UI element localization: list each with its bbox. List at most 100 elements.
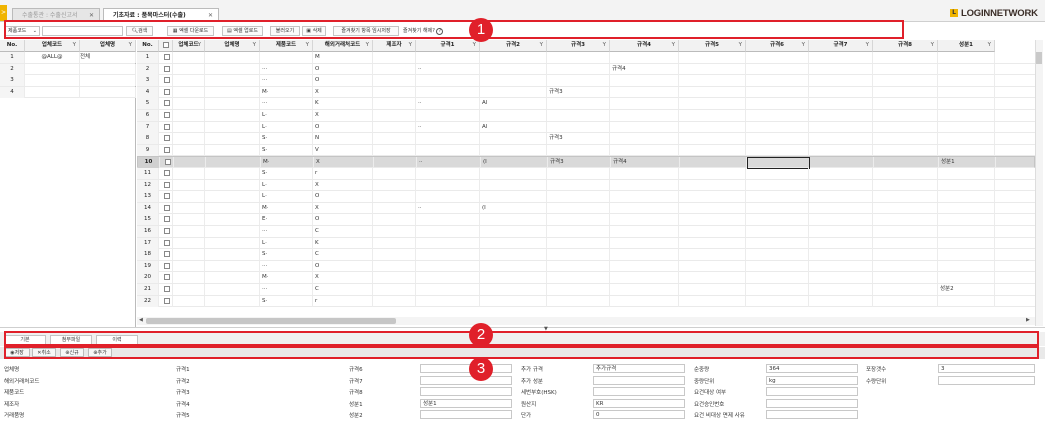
tab-history[interactable]: 이력 <box>96 335 138 345</box>
table-row[interactable]: 13 L· O <box>137 191 1035 203</box>
row-checkbox[interactable] <box>164 112 170 118</box>
filter-icon[interactable]: Y <box>473 40 476 51</box>
row-checkbox[interactable] <box>164 216 170 223</box>
row-checkbox[interactable] <box>164 146 170 153</box>
form-field[interactable] <box>250 410 342 419</box>
row-checkbox[interactable] <box>164 77 170 84</box>
filter-icon[interactable]: Y <box>366 40 369 51</box>
row-checkbox[interactable] <box>164 262 170 269</box>
row-checkbox-cell[interactable] <box>159 191 173 203</box>
row-checkbox-cell[interactable] <box>159 226 173 237</box>
col-header-company-code[interactable]: 업체코드 Y <box>25 40 80 52</box>
col-header-1[interactable] <box>159 40 173 52</box>
table-row[interactable]: 12 L· X <box>137 179 1035 192</box>
row-checkbox-cell[interactable] <box>159 133 173 145</box>
form-field[interactable] <box>593 387 685 396</box>
form-field[interactable] <box>766 410 858 419</box>
filter-icon[interactable]: Y <box>73 40 76 51</box>
col-header-15[interactable]: 성분1 Y <box>938 40 995 52</box>
col-header-10[interactable]: 규격4 Y <box>610 40 679 52</box>
row-checkbox[interactable] <box>164 88 170 95</box>
row-checkbox[interactable] <box>164 123 170 130</box>
filter-icon[interactable]: Y <box>802 40 805 51</box>
form-field[interactable] <box>420 375 512 385</box>
form-field[interactable] <box>420 364 512 373</box>
tab-basic[interactable]: 기본 <box>4 335 46 345</box>
filter-icon[interactable]: Y <box>540 40 543 51</box>
row-checkbox-cell[interactable] <box>159 179 173 191</box>
filter-icon[interactable]: Y <box>409 40 412 51</box>
row-checkbox-cell[interactable] <box>159 237 173 249</box>
row-checkbox-cell[interactable] <box>159 284 173 295</box>
table-row[interactable]: 17 L· K <box>137 237 1035 250</box>
filter-icon[interactable]: Y <box>198 40 201 51</box>
row-checkbox-cell[interactable] <box>159 75 173 87</box>
col-header-9[interactable]: 규격3 Y <box>547 40 610 52</box>
form-field[interactable] <box>766 398 858 408</box>
filter-icon[interactable]: Y <box>931 40 934 51</box>
col-header-2[interactable]: 업체코드 Y <box>173 40 205 52</box>
col-header-7[interactable]: 규격1 Y <box>416 40 480 52</box>
table-row[interactable]: 5 ··· K ·· Al <box>137 98 1035 110</box>
form-field[interactable] <box>250 375 342 385</box>
row-checkbox[interactable] <box>164 286 170 292</box>
table-row[interactable]: 16 ··· C <box>137 226 1035 238</box>
col-header-12[interactable]: 규격6 Y <box>746 40 809 52</box>
col-header-11[interactable]: 규격5 Y <box>679 40 746 52</box>
row-checkbox[interactable] <box>164 135 170 142</box>
row-checkbox-cell[interactable] <box>159 202 173 214</box>
table-row[interactable]: 18 S· C <box>137 249 1035 261</box>
form-field[interactable] <box>76 387 168 396</box>
col-header-5[interactable]: 해외거래처코드 Y <box>313 40 373 52</box>
col-header-14[interactable]: 규격8 Y <box>873 40 938 52</box>
row-checkbox-cell[interactable] <box>159 295 173 307</box>
table-row[interactable]: 20 M· X <box>137 272 1035 284</box>
table-row[interactable]: 19 ··· O <box>137 260 1035 273</box>
scroll-left-icon[interactable]: ◀ <box>139 317 143 323</box>
close-icon[interactable]: ✕ <box>208 9 213 22</box>
row-checkbox[interactable] <box>164 65 170 72</box>
table-row[interactable]: 3 <box>0 75 136 87</box>
help-icon[interactable]: ? <box>436 28 444 35</box>
excel-upload-button[interactable]: ▤ 엑셀 업로드 <box>222 26 263 36</box>
add-button[interactable]: ⊕추가 <box>88 348 112 357</box>
panel-splitter[interactable] <box>0 327 1045 331</box>
vertical-scroll-thumb[interactable] <box>1036 52 1042 64</box>
row-checkbox[interactable] <box>164 239 170 246</box>
form-field[interactable] <box>250 398 342 408</box>
table-row[interactable]: 11 S· r <box>137 168 1035 180</box>
cancel-button[interactable]: ✕취소 <box>32 348 56 357</box>
row-checkbox[interactable] <box>164 204 170 211</box>
row-checkbox-cell[interactable] <box>159 52 173 63</box>
table-row[interactable]: 1M <box>137 52 1035 64</box>
row-checkbox-cell[interactable] <box>160 157 174 169</box>
col-header-6[interactable]: 제조자 Y <box>373 40 416 52</box>
table-row[interactable]: 22 S· r <box>137 295 1035 308</box>
row-checkbox[interactable] <box>164 54 170 60</box>
form-field[interactable] <box>76 375 168 385</box>
search-field-select[interactable]: 제품코드 ⌄ <box>4 26 40 36</box>
form-field[interactable]: 추가규격 <box>593 364 685 373</box>
delete-button[interactable]: ▣ 삭제 <box>302 26 326 36</box>
row-checkbox-cell[interactable] <box>159 121 173 133</box>
table-row[interactable]: 21 ··· C 성분2 <box>137 284 1035 296</box>
row-checkbox[interactable] <box>164 274 170 281</box>
filter-icon[interactable]: Y <box>988 40 991 51</box>
form-field[interactable] <box>76 410 168 419</box>
favorites-save-button[interactable]: 즐겨찾기 항목 임시저장 <box>333 26 399 36</box>
col-header-4[interactable]: 제품코드 Y <box>260 40 313 52</box>
form-field[interactable] <box>766 387 858 396</box>
col-header-company-name[interactable]: 업체명 Y <box>80 40 136 52</box>
form-field[interactable]: kg <box>766 375 858 385</box>
row-checkbox[interactable] <box>164 100 170 107</box>
row-checkbox-cell[interactable] <box>159 272 173 284</box>
form-field[interactable] <box>938 375 1035 385</box>
row-checkbox-cell[interactable] <box>159 63 173 75</box>
col-header-8[interactable]: 규격2 Y <box>480 40 547 52</box>
row-checkbox[interactable] <box>164 228 170 234</box>
row-checkbox-cell[interactable] <box>159 168 173 179</box>
filter-icon[interactable]: Y <box>253 40 256 51</box>
form-field[interactable]: 성분1 <box>420 398 512 408</box>
table-row[interactable]: 10 M· X ·· (I 규격3 규격4 성분1 <box>137 156 1035 169</box>
save-button[interactable]: ◉저장 <box>4 348 30 357</box>
